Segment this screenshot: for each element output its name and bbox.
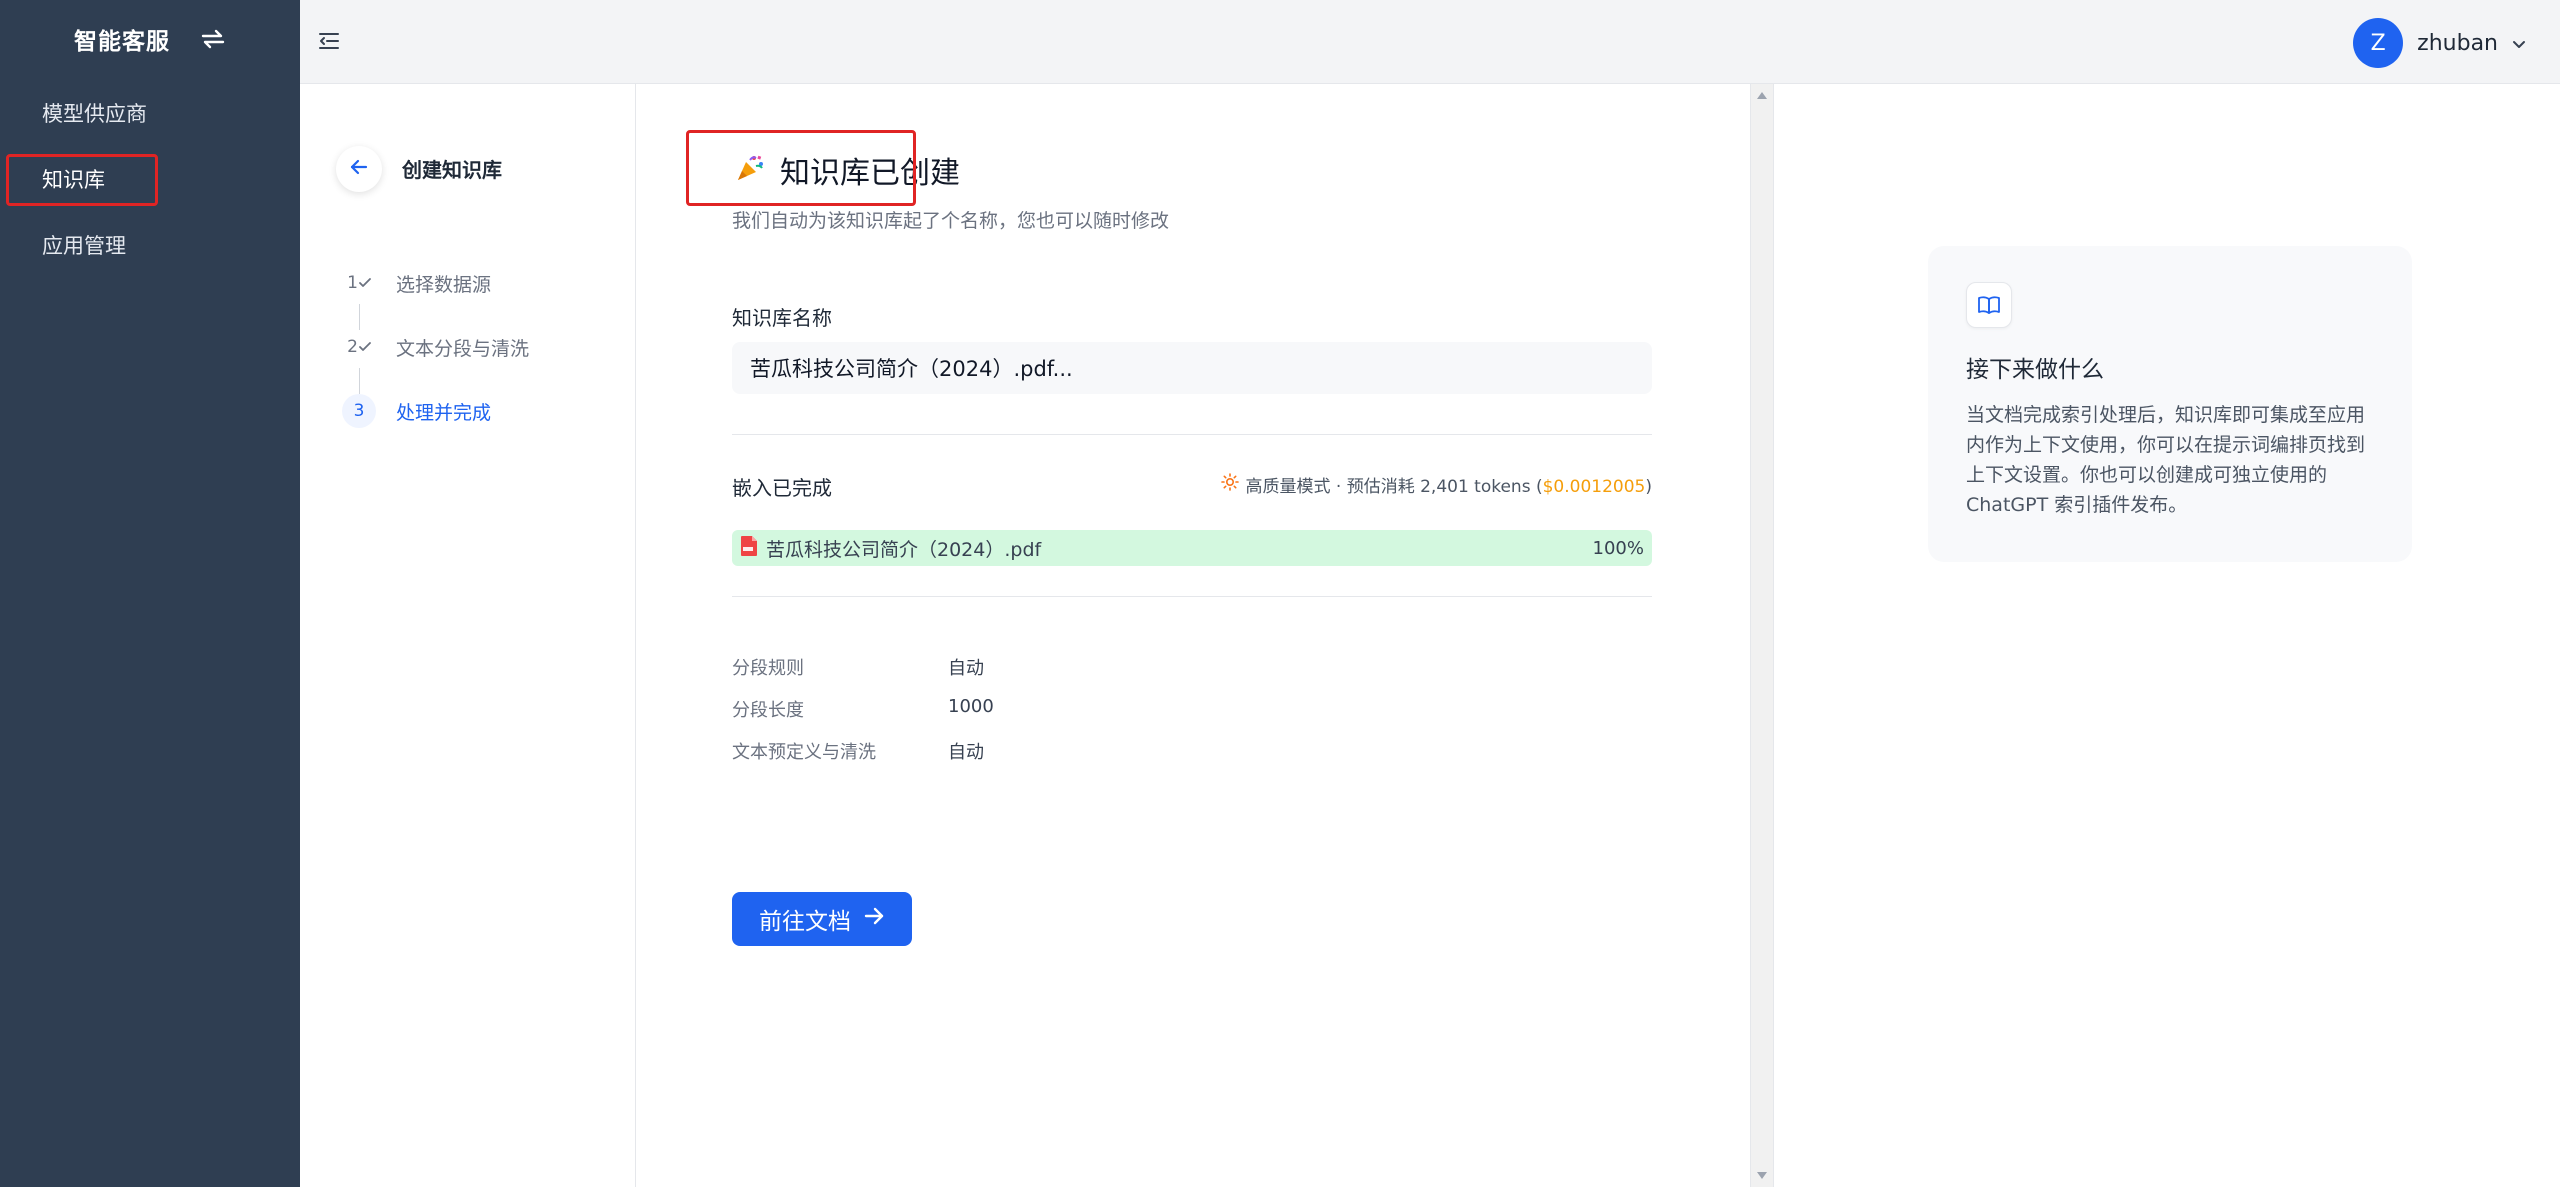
step-label: 选择数据源 <box>396 273 492 296</box>
party-popper-icon <box>734 152 766 188</box>
file-name: 苦瓜科技公司简介（2024）.pdf <box>766 538 1042 561</box>
check-icon <box>359 273 371 293</box>
rule-key: 文本预定义与清洗 <box>732 742 876 763</box>
vertical-scrollbar[interactable] <box>1750 84 1774 1187</box>
rule-key: 分段长度 <box>732 700 804 721</box>
user-menu[interactable]: Z zhuban <box>2353 18 2526 68</box>
step-number-text: 2 <box>347 337 358 357</box>
step-connector <box>359 368 360 394</box>
step-connector <box>359 304 360 330</box>
swap-icon[interactable] <box>198 24 228 54</box>
divider <box>732 434 1652 435</box>
page-title: 知识库已创建 <box>780 156 960 191</box>
next-steps-card: 接下来做什么 当文档完成索引处理后，知识库即可集成至应用内作为上下文使用，你可以… <box>1928 246 2412 562</box>
rule-value: 自动 <box>948 658 984 679</box>
book-icon <box>1966 282 2012 328</box>
file-progress-percent: 100% <box>1592 537 1644 559</box>
arrow-right-icon <box>863 906 885 932</box>
sidebar-item-label: 应用管理 <box>42 234 126 258</box>
sidebar-item-label: 模型供应商 <box>42 102 147 126</box>
file-progress-row: 苦瓜科技公司简介（2024）.pdf 100% <box>732 530 1652 566</box>
rule-row-preprocess: 文本预定义与清洗 自动 <box>732 738 984 764</box>
rule-value: 自动 <box>948 742 984 763</box>
sidebar-item-knowledge-base[interactable]: 知识库 <box>42 162 105 198</box>
sidebar: 智能客服 模型供应商 知识库 应用管理 <box>0 0 300 1187</box>
rule-value: 1000 <box>948 696 994 717</box>
step-segment-clean[interactable]: 2 文本分段与清洗 <box>342 330 529 364</box>
steps-title: 创建知识库 <box>402 158 502 182</box>
back-button[interactable] <box>336 146 382 192</box>
step-number: 2 <box>342 330 376 364</box>
knowledge-base-name-input[interactable] <box>732 342 1652 394</box>
step-process-finish[interactable]: 3 处理并完成 <box>342 394 491 428</box>
step-label: 文本分段与清洗 <box>396 337 530 360</box>
step-label: 处理并完成 <box>396 401 492 424</box>
go-to-documents-button[interactable]: 前往文档 <box>732 892 912 946</box>
scroll-down-arrow-icon[interactable] <box>1757 1172 1767 1179</box>
steps-panel: 创建知识库 1 选择数据源 2 文本分段与清洗 3 处理并完成 <box>300 84 636 1187</box>
brand: 智能客服 <box>74 22 228 56</box>
page-heading: 知识库已创建 <box>734 148 960 192</box>
next-steps-description: 当文档完成索引处理后，知识库即可集成至应用内作为上下文使用，你可以在提示词编排页… <box>1966 404 2366 516</box>
step-number: 1 <box>342 266 376 300</box>
embed-status-title: 嵌入已完成 <box>732 476 832 500</box>
username: zhuban <box>2417 30 2498 56</box>
pdf-file-icon <box>740 535 758 561</box>
page-subtitle: 我们自动为该知识库起了个名称，您也可以随时修改 <box>732 210 1170 232</box>
check-icon <box>359 337 371 357</box>
top-bar: Z zhuban <box>300 0 2560 84</box>
embed-price: $0.0012005 <box>1542 477 1646 497</box>
step-number-text: 1 <box>347 273 358 293</box>
step-select-source[interactable]: 1 选择数据源 <box>342 266 491 300</box>
sidebar-item-model-provider[interactable]: 模型供应商 <box>42 96 147 132</box>
next-steps-title: 接下来做什么 <box>1966 357 2104 383</box>
chevron-down-icon <box>2512 34 2526 53</box>
embed-mode-text: 高质量模式 · 预估消耗 2,401 tokens ( <box>1245 477 1543 497</box>
embed-meta: 高质量模式 · 预估消耗 2,401 tokens ($0.0012005) <box>1221 472 1652 497</box>
rule-row-segment-rule: 分段规则 自动 <box>732 654 984 680</box>
menu-collapse-icon[interactable] <box>314 26 344 56</box>
sidebar-item-app-management[interactable]: 应用管理 <box>42 228 126 264</box>
name-field-label: 知识库名称 <box>732 306 832 330</box>
arrow-left-icon <box>349 158 369 180</box>
rule-key: 分段规则 <box>732 658 804 679</box>
sidebar-item-label: 知识库 <box>42 168 105 192</box>
avatar: Z <box>2353 18 2404 68</box>
sun-icon <box>1221 473 1240 496</box>
embed-close-paren: ) <box>1645 477 1652 497</box>
go-button-label: 前往文档 <box>759 909 851 935</box>
scroll-up-arrow-icon[interactable] <box>1757 92 1767 99</box>
rule-row-segment-length: 分段长度 1000 <box>732 696 994 722</box>
step-number: 3 <box>342 394 376 428</box>
main-content: 知识库已创建 我们自动为该知识库起了个名称，您也可以随时修改 知识库名称 嵌入已… <box>636 84 1750 1187</box>
divider <box>732 596 1652 597</box>
right-panel: 接下来做什么 当文档完成索引处理后，知识库即可集成至应用内作为上下文使用，你可以… <box>1774 84 2560 1187</box>
brand-title: 智能客服 <box>74 29 170 55</box>
